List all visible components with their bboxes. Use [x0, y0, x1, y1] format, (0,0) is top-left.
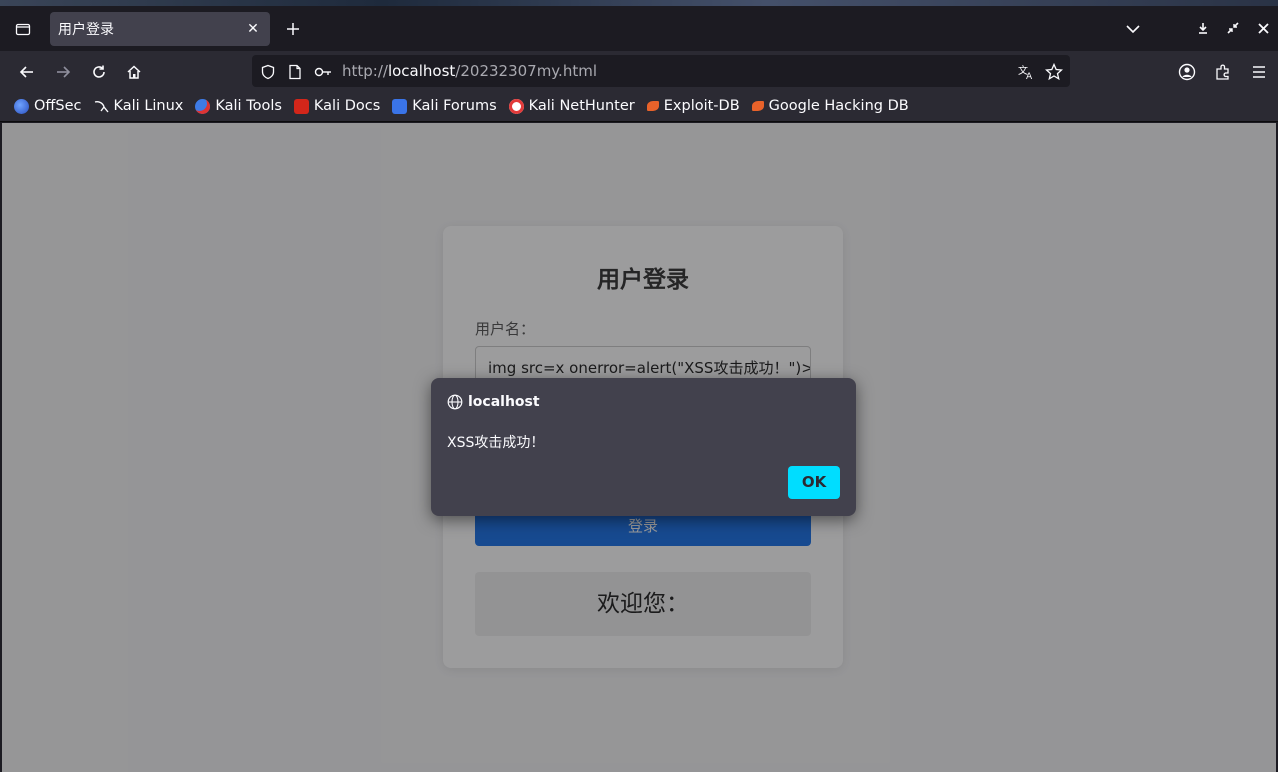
close-window-button[interactable]	[1248, 16, 1278, 40]
list-all-tabs-button[interactable]	[1122, 17, 1144, 41]
new-tab-button[interactable]	[282, 18, 304, 40]
close-icon	[1257, 22, 1269, 34]
home-icon	[127, 65, 141, 79]
bookmark-label: Kali Tools	[215, 98, 282, 114]
kali-nethunter-icon	[508, 98, 524, 114]
account-icon	[1178, 63, 1196, 81]
arrow-left-icon	[19, 66, 33, 78]
kali-tools-icon	[195, 98, 211, 114]
forward-button[interactable]	[49, 58, 77, 86]
arrow-right-icon	[57, 66, 71, 78]
restore-icon	[1227, 22, 1239, 34]
ok-button[interactable]: OK	[788, 466, 840, 499]
back-button[interactable]	[13, 58, 41, 86]
dialog-header: localhost	[447, 394, 540, 410]
bookmark-label: Kali NetHunter	[528, 98, 635, 114]
bookmark-kali-linux[interactable]: Kali Linux	[94, 98, 184, 114]
key-icon[interactable]	[314, 63, 332, 81]
google-hacking-db-icon	[751, 101, 764, 111]
firefox-view-icon	[15, 23, 31, 36]
bookmark-kali-forums[interactable]: Kali Forums	[392, 98, 497, 114]
dialog-origin: localhost	[468, 394, 540, 410]
bookmark-label: OffSec	[34, 98, 82, 114]
extensions-button[interactable]	[1209, 58, 1237, 86]
bookmark-kali-tools[interactable]: Kali Tools	[195, 98, 282, 114]
translate-icon[interactable]: 文A	[1017, 63, 1035, 81]
app-menu-button[interactable]	[1245, 58, 1273, 86]
tracking-protection-shield-icon[interactable]	[259, 63, 277, 81]
url-path: /20232307my.html	[455, 62, 597, 80]
hamburger-menu-icon	[1253, 66, 1265, 78]
bookmark-google-hacking-db[interactable]: Google Hacking DB	[751, 98, 909, 114]
plus-icon	[287, 23, 299, 35]
kali-forums-icon	[392, 98, 408, 114]
kali-linux-icon	[94, 99, 109, 114]
minimize-button[interactable]	[1188, 16, 1218, 40]
chevron-down-icon	[1126, 25, 1140, 34]
bookmark-label: Exploit-DB	[663, 98, 740, 114]
url-scheme: http://	[342, 62, 388, 80]
home-button[interactable]	[120, 58, 148, 86]
bookmark-offsec[interactable]: OffSec	[14, 98, 82, 114]
bookmark-star-icon[interactable]	[1045, 63, 1063, 81]
tab-bar: 用户登录 ✕	[0, 6, 1278, 51]
url-text[interactable]: http://localhost/20232307my.html	[342, 62, 597, 80]
svg-text:A: A	[1026, 72, 1033, 81]
bookmark-kali-nethunter[interactable]: Kali NetHunter	[508, 98, 635, 114]
bookmark-label: Google Hacking DB	[768, 98, 909, 114]
tab-close-icon[interactable]: ✕	[244, 20, 262, 38]
url-bar[interactable]: http://localhost/20232307my.html 文A	[252, 55, 1070, 87]
globe-icon	[447, 394, 463, 410]
dialog-message: XSS攻击成功！	[447, 435, 545, 451]
account-button[interactable]	[1173, 58, 1201, 86]
bookmark-kali-docs[interactable]: Kali Docs	[293, 98, 381, 114]
reload-icon	[93, 65, 105, 78]
window-controls	[1188, 16, 1278, 42]
reload-button[interactable]	[85, 58, 113, 86]
puzzle-extension-icon	[1216, 64, 1229, 80]
tab-active[interactable]: 用户登录 ✕	[50, 12, 270, 46]
bookmarks-toolbar: OffSec Kali Linux Kali Tools Kali Docs K…	[0, 91, 1278, 122]
alert-dialog: localhost XSS攻击成功！ OK	[431, 378, 856, 516]
bookmark-label: Kali Linux	[113, 98, 184, 114]
kali-docs-icon	[293, 98, 309, 114]
minimize-icon	[1199, 23, 1207, 34]
bookmark-label: Kali Docs	[313, 98, 381, 114]
bookmark-exploit-db[interactable]: Exploit-DB	[646, 98, 740, 114]
page-document-icon[interactable]	[286, 63, 304, 81]
firefox-view-button[interactable]	[10, 17, 36, 41]
tab-title: 用户登录	[58, 22, 114, 38]
navigation-toolbar: http://localhost/20232307my.html 文A	[0, 51, 1278, 91]
exploit-db-icon	[646, 101, 659, 111]
restore-button[interactable]	[1218, 16, 1248, 40]
bookmark-label: Kali Forums	[412, 98, 497, 114]
url-host: localhost	[387, 62, 456, 80]
offsec-icon	[14, 98, 29, 114]
